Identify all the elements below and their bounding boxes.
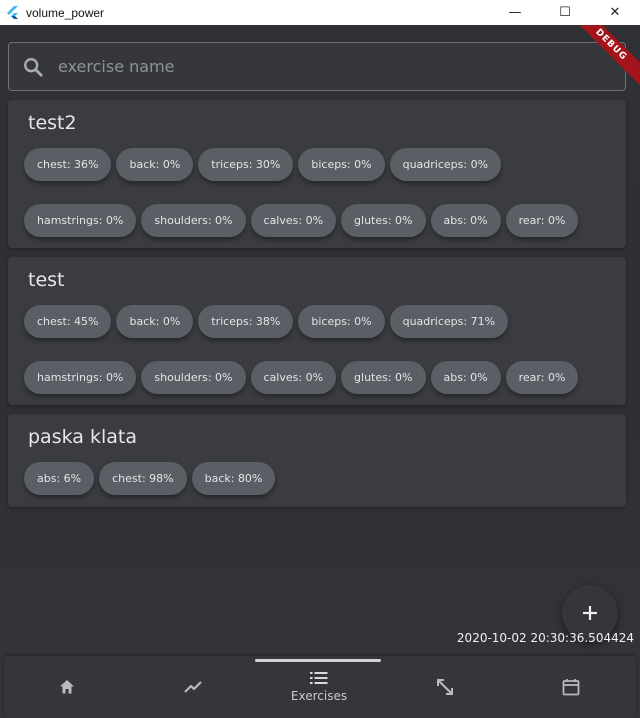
search-input[interactable] <box>58 57 625 76</box>
muscle-chip[interactable]: triceps: 30% <box>198 148 294 181</box>
trend-icon <box>184 681 202 693</box>
muscle-chip[interactable]: glutes: 0% <box>341 361 426 394</box>
timestamp-label: 2020-10-02 20:30:36.504424 <box>456 631 634 645</box>
muscle-chip[interactable]: shoulders: 0% <box>141 361 246 394</box>
muscle-chip[interactable]: rear: 0% <box>505 204 579 237</box>
exercise-name: paska klata <box>28 426 137 448</box>
muscle-chip[interactable]: chest: 36% <box>24 148 112 181</box>
nav-item-calendar[interactable] <box>508 656 634 718</box>
muscle-chip[interactable]: abs: 0% <box>430 361 501 394</box>
minimize-icon: — <box>508 5 522 20</box>
app-body: DEBUG test2 chest: 36% back: 0% triceps:… <box>0 25 640 718</box>
close-icon: ✕ <box>609 5 621 20</box>
muscle-chip[interactable]: hamstrings: 0% <box>24 361 137 394</box>
nav-item-progress[interactable] <box>130 656 256 718</box>
muscle-chip-row: hamstrings: 0% shoulders: 0% calves: 0% … <box>24 361 579 394</box>
muscle-chip[interactable]: abs: 6% <box>24 462 95 495</box>
muscle-chip-row: abs: 6% chest: 98% back: 80% <box>24 462 276 495</box>
muscle-chip[interactable]: biceps: 0% <box>298 148 385 181</box>
muscle-chip[interactable]: rear: 0% <box>505 361 579 394</box>
maximize-button[interactable]: ☐ <box>540 0 590 25</box>
maximize-icon: ☐ <box>559 5 571 20</box>
exercise-card[interactable]: test chest: 45% back: 0% triceps: 38% bi… <box>8 257 626 405</box>
calendar-icon <box>562 679 580 696</box>
muscle-chip[interactable]: chest: 45% <box>24 305 112 338</box>
muscle-chip[interactable]: calves: 0% <box>250 204 337 237</box>
muscle-chip[interactable]: quadriceps: 0% <box>389 148 502 181</box>
close-window-button[interactable]: ✕ <box>590 0 640 25</box>
window-controls: — ☐ ✕ <box>490 0 640 25</box>
exercise-card[interactable]: paska klata abs: 6% chest: 98% back: 80% <box>8 414 626 507</box>
muscle-chip[interactable]: calves: 0% <box>250 361 337 394</box>
home-icon <box>60 680 74 694</box>
muscle-chip-row: chest: 45% back: 0% triceps: 38% biceps:… <box>24 305 509 338</box>
nav-item-measurements[interactable] <box>382 656 508 718</box>
exercise-name: test <box>28 269 65 291</box>
muscle-chip[interactable]: quadriceps: 71% <box>389 305 509 338</box>
nav-item-exercises[interactable]: Exercises <box>256 656 382 718</box>
search-icon <box>24 57 43 77</box>
flutter-logo-icon <box>7 5 18 19</box>
window-title: volume_power <box>26 5 105 20</box>
expand-icon <box>437 679 453 695</box>
muscle-chip-row: hamstrings: 0% shoulders: 0% calves: 0% … <box>24 204 579 237</box>
window-titlebar: volume_power — ☐ ✕ <box>0 0 640 25</box>
exercise-name: test2 <box>28 112 77 134</box>
muscle-chip[interactable]: hamstrings: 0% <box>24 204 137 237</box>
plus-icon <box>583 606 597 620</box>
nav-item-home[interactable] <box>4 656 130 718</box>
muscle-chip[interactable]: biceps: 0% <box>298 305 385 338</box>
bottom-navigation: Exercises <box>4 656 636 718</box>
muscle-chip[interactable]: back: 0% <box>116 148 194 181</box>
minimize-button[interactable]: — <box>490 0 540 25</box>
muscle-chip[interactable]: glutes: 0% <box>341 204 426 237</box>
search-bar[interactable] <box>8 42 626 91</box>
muscle-chip[interactable]: abs: 0% <box>430 204 501 237</box>
muscle-chip[interactable]: triceps: 38% <box>198 305 294 338</box>
exercise-card[interactable]: test2 chest: 36% back: 0% triceps: 30% b… <box>8 100 626 248</box>
nav-label: Exercises <box>290 689 348 703</box>
muscle-chip[interactable]: back: 0% <box>116 305 194 338</box>
muscle-chip-row: chest: 36% back: 0% triceps: 30% biceps:… <box>24 148 502 181</box>
muscle-chip[interactable]: shoulders: 0% <box>141 204 246 237</box>
muscle-chip[interactable]: back: 80% <box>191 462 276 495</box>
list-icon <box>310 672 328 684</box>
muscle-chip[interactable]: chest: 98% <box>99 462 187 495</box>
